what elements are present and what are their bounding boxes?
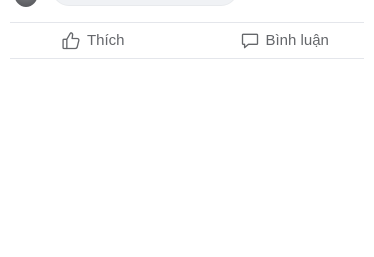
comment-composer-row bbox=[0, 0, 374, 12]
like-label: Thích bbox=[87, 32, 125, 49]
like-button[interactable]: Thích bbox=[10, 23, 186, 58]
comment-input[interactable] bbox=[52, 0, 238, 6]
comment-label: Bình luận bbox=[265, 32, 329, 49]
thumbs-up-icon bbox=[61, 31, 81, 51]
comment-button[interactable]: Bình luận bbox=[186, 23, 365, 58]
divider-bottom bbox=[10, 58, 364, 59]
speech-bubble-icon bbox=[240, 31, 260, 51]
post-actions-bar: Thích Bình luận bbox=[10, 23, 364, 58]
post-footer: Thích Bình luận bbox=[0, 0, 374, 257]
user-avatar[interactable] bbox=[14, 0, 38, 7]
